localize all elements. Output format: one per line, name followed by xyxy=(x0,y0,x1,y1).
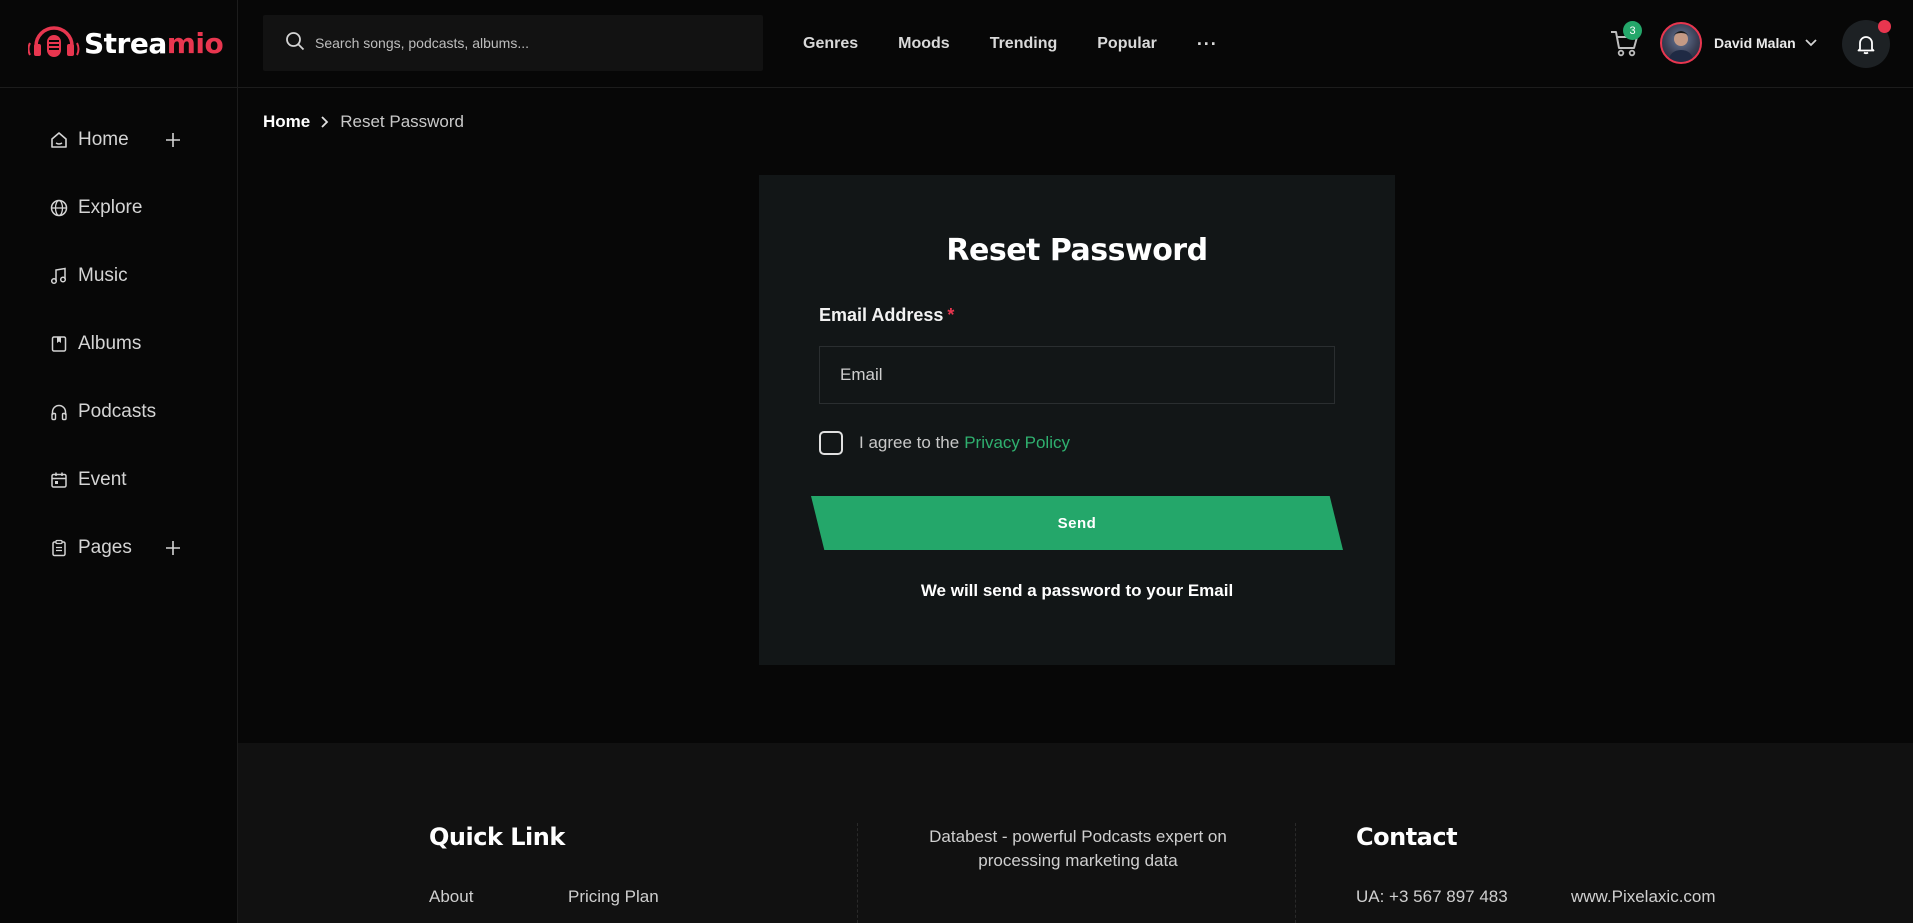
footer-divider xyxy=(1295,823,1296,923)
sidebar-item-label: Podcasts xyxy=(78,401,157,422)
footer-link-about[interactable]: About xyxy=(429,887,473,907)
quick-link-title: Quick Link xyxy=(429,823,565,851)
contact-phone[interactable]: UA: +3 567 897 483 xyxy=(1356,887,1508,907)
home-icon xyxy=(50,131,68,149)
contact-title: Contact xyxy=(1356,823,1458,851)
topbar: Genres Moods Trending Popular ··· 3 Davi… xyxy=(238,0,1913,88)
contact-website[interactable]: www.Pixelaxic.com xyxy=(1571,887,1716,907)
sidebar-nav: Home Explore Music Albums Podcasts Event… xyxy=(0,88,237,582)
plus-icon[interactable] xyxy=(162,129,184,151)
sidebar-item-podcasts[interactable]: Podcasts xyxy=(0,378,237,446)
sidebar-item-event[interactable]: Event xyxy=(0,446,237,514)
footer-link-pricing[interactable]: Pricing Plan xyxy=(568,887,659,907)
breadcrumb: Home Reset Password xyxy=(263,112,464,132)
notification-dot xyxy=(1878,20,1891,33)
headphones-icon xyxy=(50,403,68,421)
logo[interactable]: Streamio xyxy=(0,0,237,88)
nav-genres[interactable]: Genres xyxy=(803,35,858,53)
sidebar-item-albums[interactable]: Albums xyxy=(0,310,237,378)
more-menu-icon[interactable]: ··· xyxy=(1197,34,1218,55)
chevron-down-icon xyxy=(1804,38,1818,48)
footer-description: Databest - powerful Podcasts expert on p… xyxy=(929,827,1227,870)
sidebar: Streamio Home Explore Music Albums Podca… xyxy=(0,0,238,923)
search-input[interactable] xyxy=(315,35,735,51)
search-bar[interactable] xyxy=(263,15,763,71)
music-note-icon xyxy=(50,267,68,285)
footer-divider xyxy=(857,823,858,923)
sidebar-item-label: Event xyxy=(78,469,127,490)
sidebar-item-music[interactable]: Music xyxy=(0,242,237,310)
search-icon xyxy=(285,31,305,56)
user-name: David Malan xyxy=(1714,35,1796,51)
avatar xyxy=(1660,22,1702,64)
sidebar-item-label: Albums xyxy=(78,333,142,354)
headphones-logo-icon xyxy=(27,22,80,66)
sidebar-item-home[interactable]: Home xyxy=(0,106,237,174)
send-note: We will send a password to your Email xyxy=(920,581,1234,600)
page-title: Reset Password xyxy=(946,233,1208,268)
sidebar-item-explore[interactable]: Explore xyxy=(0,174,237,242)
reset-password-card: Reset Password Email Address* I agree to… xyxy=(759,175,1395,665)
nav-moods[interactable]: Moods xyxy=(898,35,950,53)
privacy-agreement: I agree to the Privacy Policy xyxy=(819,431,1070,455)
album-icon xyxy=(50,335,68,353)
sidebar-item-pages[interactable]: Pages xyxy=(0,514,237,582)
email-field[interactable] xyxy=(819,346,1335,404)
email-label: Email Address * xyxy=(819,305,955,325)
clipboard-icon xyxy=(50,539,68,557)
sidebar-item-label: Music xyxy=(78,265,128,286)
top-nav: Genres Moods Trending Popular ··· xyxy=(803,0,1218,88)
agree-label: I agree to the Privacy Policy xyxy=(859,433,1070,452)
brand-name: Streamio xyxy=(84,27,224,60)
agree-checkbox[interactable] xyxy=(819,431,843,455)
footer: Quick Link About Pricing Plan Databest -… xyxy=(238,743,1913,923)
nav-trending[interactable]: Trending xyxy=(990,35,1058,53)
plus-icon[interactable] xyxy=(162,537,184,559)
nav-popular[interactable]: Popular xyxy=(1097,35,1157,53)
send-button[interactable]: Send xyxy=(811,496,1343,550)
breadcrumb-home[interactable]: Home xyxy=(263,112,310,132)
chevron-right-icon xyxy=(320,115,330,129)
cart-count-badge: 3 xyxy=(1623,21,1642,40)
sidebar-item-label: Home xyxy=(78,129,129,150)
privacy-policy-link[interactable]: Privacy Policy xyxy=(964,433,1070,452)
globe-icon xyxy=(50,199,68,217)
user-menu[interactable]: David Malan xyxy=(1660,22,1818,64)
calendar-icon xyxy=(50,471,68,489)
breadcrumb-current: Reset Password xyxy=(340,112,465,131)
sidebar-item-label: Pages xyxy=(78,537,132,558)
required-mark: * xyxy=(947,305,955,325)
sidebar-item-label: Explore xyxy=(78,197,143,218)
